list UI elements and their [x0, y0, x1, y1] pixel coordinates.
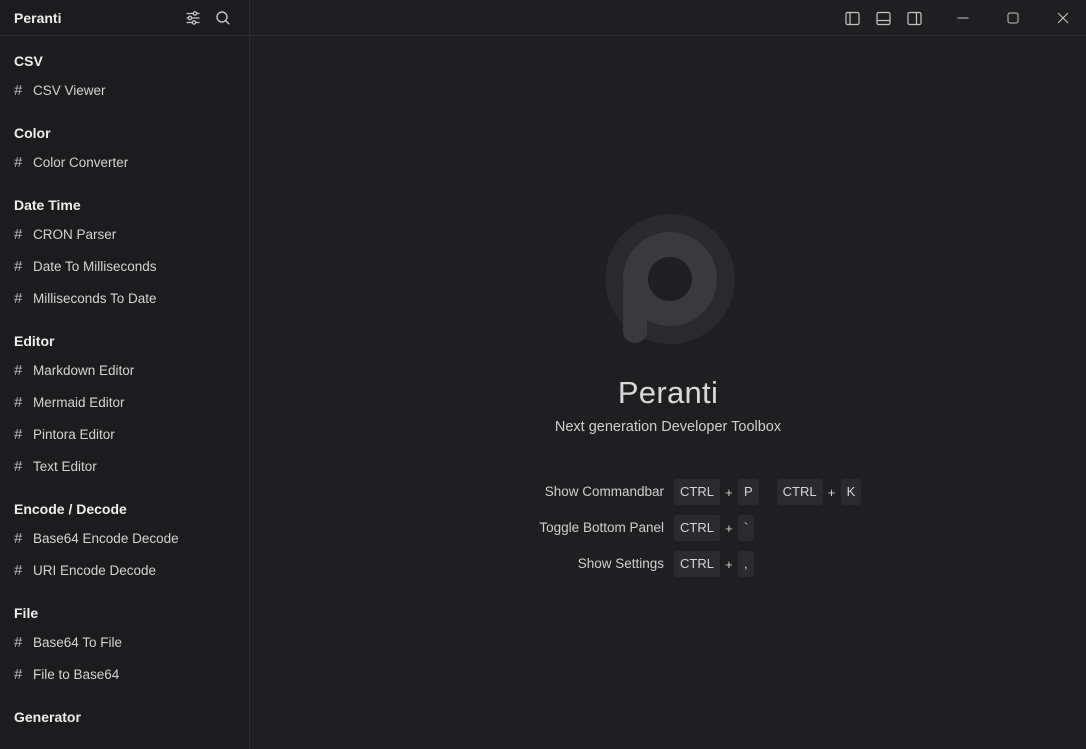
hash-icon: # — [14, 153, 23, 171]
sidebar-item-label: Base64 Encode Decode — [33, 530, 179, 546]
sidebar-item-label: Date To Milliseconds — [33, 258, 157, 274]
shortcut-label: Toggle Bottom Panel — [539, 520, 664, 535]
shortcut-keys: CTRL +, — [674, 551, 754, 577]
sidebar-item-label: CRON Parser — [33, 226, 117, 242]
search-icon[interactable] — [211, 6, 235, 30]
sidebar-item[interactable]: # Mermaid Editor — [0, 386, 249, 418]
sidebar-group-title: Encode / Decode — [14, 501, 127, 517]
sidebar-item[interactable]: # Markdown Editor — [0, 354, 249, 386]
sidebar-item-label: Pintora Editor — [33, 426, 115, 442]
sidebar-group-title: CSV — [14, 53, 43, 69]
sidebar-item-label: Text Editor — [33, 458, 97, 474]
sidebar-item[interactable]: # Text Editor — [0, 450, 249, 482]
hash-icon: # — [14, 361, 23, 379]
welcome-panel: Peranti Next generation Developer Toolbo… — [250, 37, 1086, 749]
sidebar-group-title: Date Time — [14, 197, 81, 213]
sidebar-item[interactable]: # Color Converter — [0, 146, 249, 178]
toggle-bottom-panel-icon[interactable] — [871, 6, 895, 30]
keycap: CTRL — [674, 479, 720, 505]
sidebar-item-label: File to Base64 — [33, 666, 120, 682]
hash-icon: # — [14, 225, 23, 243]
sidebar-group: Editor # Markdown Editor # Mermaid Editor # Pi… — [0, 324, 249, 482]
minimize-icon[interactable] — [951, 6, 975, 30]
hash-icon: # — [14, 633, 23, 651]
app-name: Peranti — [14, 9, 62, 26]
peranti-logo — [605, 214, 735, 344]
welcome-title: Peranti — [617, 375, 719, 410]
close-icon[interactable] — [1051, 6, 1075, 30]
sidebar-group: File # Base64 To File # File to Base64 — [0, 596, 249, 690]
sidebar-group-title: Editor — [14, 333, 55, 349]
shortcut-keys: CTRL + P CTRL + K — [674, 479, 862, 505]
keycap: CTRL — [674, 515, 720, 541]
title-bar — [250, 0, 1086, 36]
keycap: CTRL — [674, 551, 720, 577]
sidebar-group: Date Time # CRON Parser # Date To Millisecon… — [0, 188, 249, 314]
sidebar-item[interactable]: # Milliseconds To Date — [0, 282, 249, 314]
sliders-icon[interactable] — [181, 6, 205, 30]
shortcut-label: Show Settings — [577, 556, 664, 571]
toggle-right-panel-icon[interactable] — [902, 6, 926, 30]
hash-icon: # — [14, 81, 23, 99]
sidebar-item[interactable]: # CRON Parser — [0, 218, 249, 250]
shortcut-label: Show Commandbar — [544, 484, 664, 499]
sidebar-item[interactable]: # Base64 Encode Decode — [0, 522, 249, 554]
welcome-subtitle: Next generation Developer Toolbox — [554, 419, 782, 435]
sidebar-header: Peranti — [0, 0, 249, 36]
hash-icon: # — [14, 561, 23, 579]
sidebar-group: Encode / Decode # Base64 Encode Decode # URI… — [0, 492, 249, 586]
keycap: P — [737, 479, 759, 505]
sidebar-item-label: Milliseconds To Date — [33, 290, 157, 306]
tool-list: CSV # CSV Viewer Color # Color Converter Date … — [0, 36, 249, 730]
shortcut-keys: CTRL + ` — [674, 515, 755, 541]
shortcut-row: Toggle Bottom Panel CTRL + ` — [250, 515, 1086, 541]
hash-icon: # — [14, 529, 23, 547]
sidebar-item-label: Base64 To File — [33, 634, 123, 650]
hash-icon: # — [14, 257, 23, 275]
hash-icon: # — [14, 665, 23, 683]
sidebar-item[interactable]: # Pintora Editor — [0, 418, 249, 450]
hash-icon: # — [14, 425, 23, 443]
sidebar-group: CSV # CSV Viewer — [0, 44, 249, 106]
hash-icon: # — [14, 457, 23, 475]
sidebar-group: Color # Color Converter — [0, 116, 249, 178]
maximize-icon[interactable] — [1001, 6, 1025, 30]
plus-sign: + — [725, 484, 733, 500]
sidebar-item[interactable]: # File to Base64 — [0, 658, 249, 690]
sidebar-item-label: URI Encode Decode — [33, 562, 157, 578]
sidebar: Peranti CSV # CSV Viewer Color # Color Conver… — [0, 0, 250, 749]
sidebar-group-title: Generator — [14, 709, 81, 725]
keycap: K — [840, 479, 862, 505]
hash-icon: # — [14, 289, 23, 307]
toggle-left-panel-icon[interactable] — [840, 6, 864, 30]
hash-icon: # — [14, 393, 23, 411]
sidebar-item[interactable]: # Base64 To File — [0, 626, 249, 658]
sidebar-group-title: Color — [14, 125, 51, 141]
sidebar-group-title: File — [14, 605, 39, 621]
keycap: ` — [737, 515, 755, 541]
shortcut-row: Show Commandbar CTRL + P CTRL + K — [250, 479, 1086, 505]
sidebar-item-label: Markdown Editor — [33, 362, 135, 378]
sidebar-group: Generator — [0, 700, 249, 730]
shortcut-row: Show Settings CTRL +, — [250, 551, 1086, 577]
sidebar-item-label: Color Converter — [33, 154, 129, 170]
sidebar-item[interactable]: # URI Encode Decode — [0, 554, 249, 586]
sidebar-item[interactable]: # Date To Milliseconds — [0, 250, 249, 282]
keycap: , — [737, 551, 754, 577]
keycap: CTRL — [776, 479, 823, 505]
plus-sign: + — [827, 484, 836, 500]
sidebar-item-label: CSV Viewer — [33, 82, 106, 98]
sidebar-item-label: Mermaid Editor — [33, 394, 125, 410]
plus-sign: + — [725, 556, 733, 572]
sidebar-item[interactable]: # CSV Viewer — [0, 74, 249, 106]
plus-sign: + — [725, 520, 733, 536]
